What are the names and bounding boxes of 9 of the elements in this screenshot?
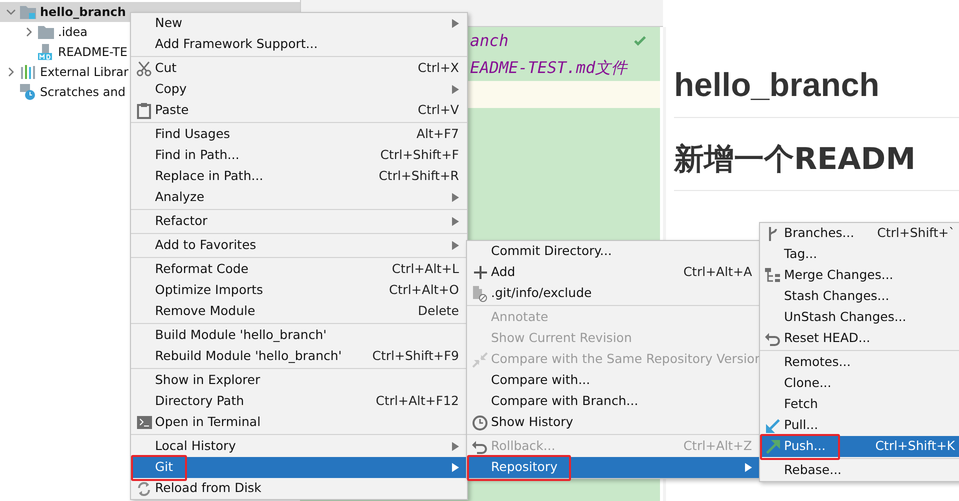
- tree-item-label: README-TE: [58, 44, 128, 61]
- tree-item-label: .idea: [58, 24, 88, 41]
- preview-heading: hello_branch: [674, 65, 959, 118]
- tree-item-label: External Librar: [40, 64, 128, 81]
- code-text: EADME-TEST.md文件: [470, 56, 628, 78]
- preview-subheading: 新增一个READM: [674, 142, 959, 191]
- tree-item-label: Scratches and: [40, 84, 126, 101]
- code-text: anch: [470, 30, 509, 52]
- tree-item-label: hello_branch: [40, 4, 126, 21]
